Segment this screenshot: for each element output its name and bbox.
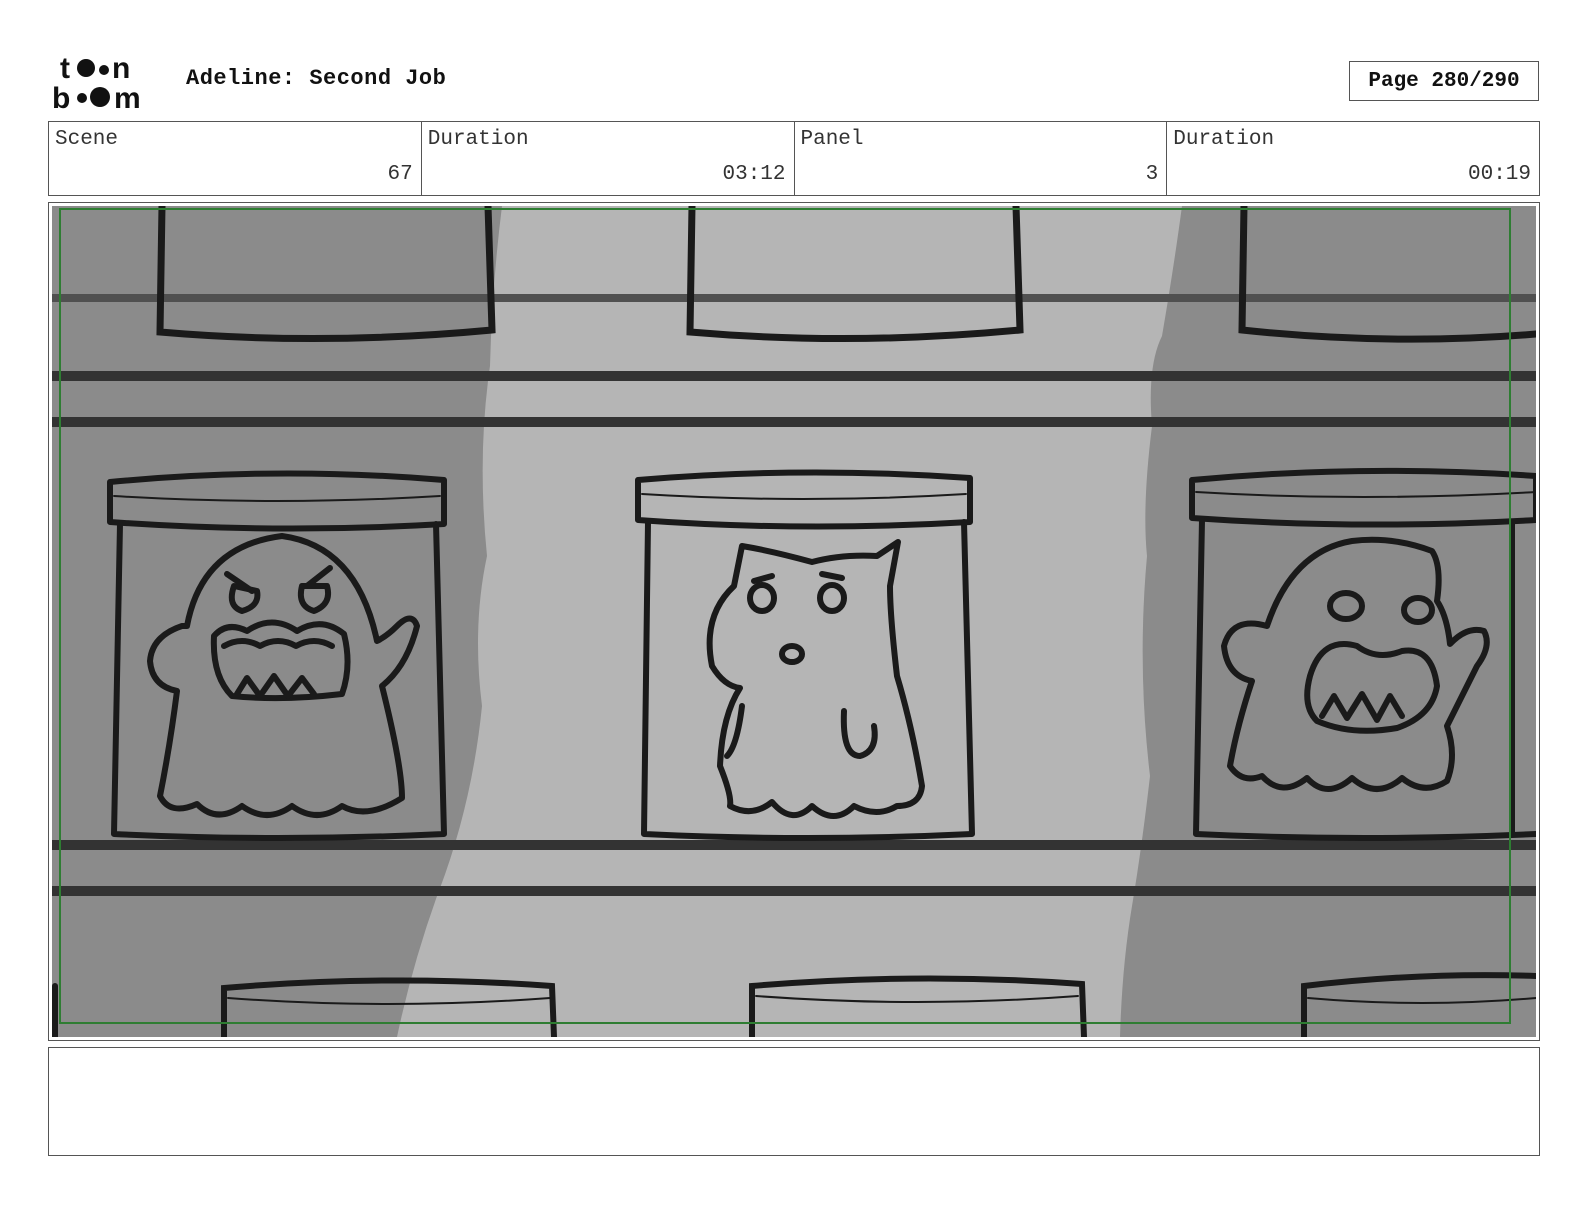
panel-duration-cell: Duration 00:19 xyxy=(1167,122,1539,195)
scene-info-table: Scene 67 Duration 03:12 Panel 3 Duration… xyxy=(48,121,1540,196)
toon-boom-logo: t n b m xyxy=(52,52,141,112)
panel-duration-value: 00:19 xyxy=(1467,163,1531,186)
scene-duration-label: Duration xyxy=(427,128,529,151)
svg-text:n: n xyxy=(112,52,130,85)
panel-duration-label: Duration xyxy=(1173,128,1275,151)
svg-text:t: t xyxy=(60,52,70,85)
panel-cell: Panel 3 xyxy=(795,122,1168,195)
svg-text:m: m xyxy=(114,82,141,112)
scene-duration-value: 03:12 xyxy=(722,163,786,186)
scene-value: 67 xyxy=(387,163,413,186)
scene-duration-cell: Duration 03:12 xyxy=(422,122,795,195)
scene-label: Scene xyxy=(55,128,119,151)
panel-label: Panel xyxy=(800,128,864,151)
project-title: Adeline: Second Job xyxy=(186,66,447,91)
svg-text:b: b xyxy=(52,82,70,112)
page-number: Page 280/290 xyxy=(1349,61,1539,101)
panel-notes xyxy=(48,1047,1540,1156)
panel-value: 3 xyxy=(1145,163,1159,186)
storyboard-panel-image xyxy=(52,206,1536,1037)
scene-cell: Scene 67 xyxy=(49,122,422,195)
